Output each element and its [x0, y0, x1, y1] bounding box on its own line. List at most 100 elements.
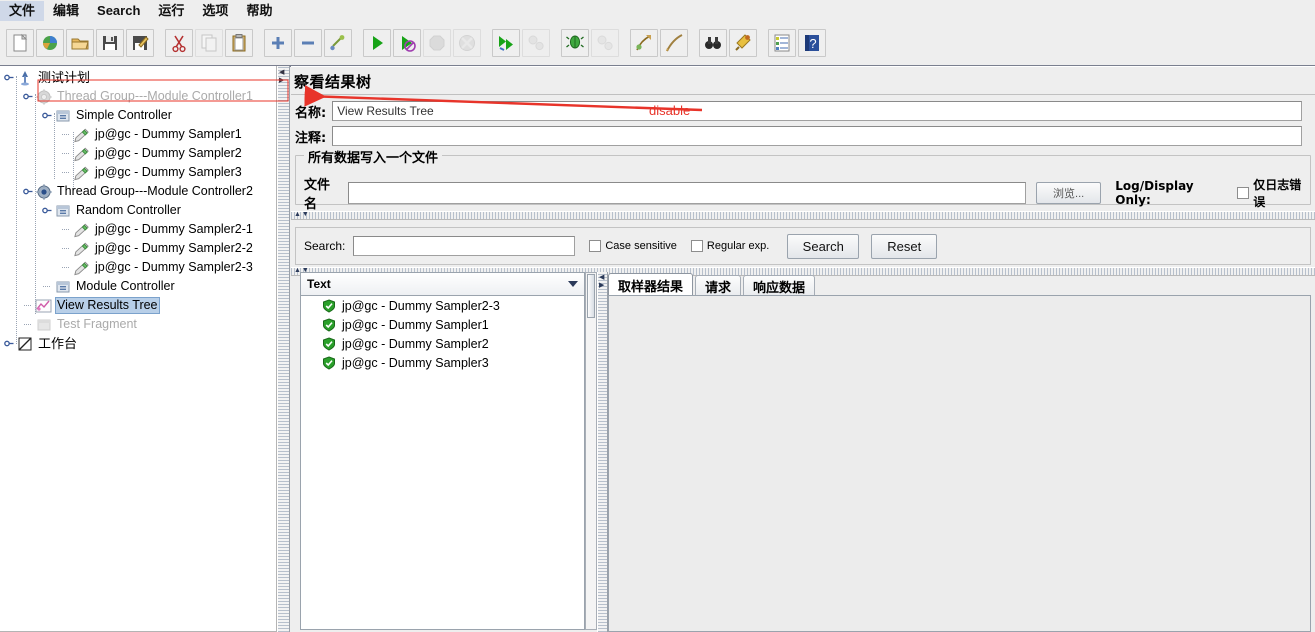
- expander-icon[interactable]: [23, 186, 34, 197]
- copy-icon-button[interactable]: [195, 29, 223, 57]
- log-display-only-label: Log/Display Only:: [1115, 179, 1194, 207]
- search-button[interactable]: Search: [787, 233, 860, 259]
- expander-icon[interactable]: [23, 91, 34, 102]
- tree-node-random-controller[interactable]: Random Controller: [0, 201, 276, 220]
- tab-sampler-result[interactable]: 取样器结果: [608, 273, 694, 296]
- scrollbar-thumb[interactable]: [587, 274, 595, 318]
- tab-content-panel[interactable]: [608, 295, 1311, 632]
- paste-icon-button[interactable]: [225, 29, 253, 57]
- function-helper-icon-button[interactable]: [729, 29, 757, 57]
- search-tree-icon-button[interactable]: [630, 29, 658, 57]
- tree-node-label: Test Fragment: [57, 317, 137, 331]
- filename-input[interactable]: [348, 182, 1026, 204]
- cut-icon-button[interactable]: [165, 29, 193, 57]
- tree-node-dummy-sampler2-3[interactable]: jp@gc - Dummy Sampler2-3: [0, 258, 276, 277]
- help-icon-button[interactable]: ?: [798, 29, 826, 57]
- renderer-combo[interactable]: Text: [300, 272, 585, 296]
- reset-button[interactable]: Reset: [871, 233, 938, 259]
- reset-search-icon-button[interactable]: [660, 29, 688, 57]
- tree-node-module-controller[interactable]: Module Controller: [0, 277, 276, 296]
- name-input[interactable]: View Results Tree: [332, 101, 1303, 121]
- chevron-down-icon[interactable]: [564, 274, 582, 294]
- menu-help[interactable]: 帮助: [237, 1, 281, 21]
- test-plan-tree[interactable]: 测试计划 Thread Group---Module Controller1 S…: [0, 66, 277, 632]
- menu-file[interactable]: 文件: [0, 0, 45, 21]
- workbench-icon: [16, 335, 33, 352]
- controller-icon: [54, 202, 71, 219]
- tab-request[interactable]: 请求: [695, 275, 742, 296]
- tree-node-dummy-sampler1[interactable]: jp@gc - Dummy Sampler1: [0, 125, 276, 144]
- list-item[interactable]: jp@gc - Dummy Sampler2-3: [301, 296, 584, 315]
- regular-exp-checkbox[interactable]: [690, 240, 703, 252]
- collapse-arrows-icon[interactable]: ▲▼: [294, 211, 310, 218]
- menu-options[interactable]: 选项: [193, 1, 237, 21]
- tree-node-dummy-sampler2[interactable]: jp@gc - Dummy Sampler2: [0, 144, 276, 163]
- tab-content-text[interactable]: [612, 299, 1307, 628]
- comment-input[interactable]: [332, 126, 1303, 146]
- tree-node-label: Random Controller: [76, 203, 181, 217]
- tree-panel-splitter[interactable]: ◀ ▶: [277, 66, 290, 632]
- expander-icon[interactable]: [42, 110, 53, 121]
- open-folder-icon-button[interactable]: [66, 29, 94, 57]
- list-item[interactable]: jp@gc - Dummy Sampler1: [301, 315, 584, 334]
- clear-all-icon-button[interactable]: [591, 29, 619, 57]
- remote-start-all-icon-button[interactable]: [492, 29, 520, 57]
- tree-node-dummy-sampler2-2[interactable]: jp@gc - Dummy Sampler2-2: [0, 239, 276, 258]
- log-viewer-icon-button[interactable]: [768, 29, 796, 57]
- tree-node-test-fragment[interactable]: Test Fragment: [0, 315, 276, 334]
- case-sensitive-group[interactable]: Case sensitive: [589, 240, 677, 252]
- tree-node-dummy-sampler3[interactable]: jp@gc - Dummy Sampler3: [0, 163, 276, 182]
- save-as-icon-button[interactable]: [126, 29, 154, 57]
- tree-node-simple-controller[interactable]: Simple Controller: [0, 106, 276, 125]
- tab-response-data[interactable]: 响应数据: [743, 275, 816, 296]
- tree-node-label: jp@gc - Dummy Sampler2: [95, 146, 242, 160]
- leaf-connector-icon: [23, 300, 34, 311]
- splitter-arrows-icon[interactable]: ◀ ▶: [599, 273, 604, 289]
- sampler-icon: [73, 145, 90, 162]
- stop-icon-button[interactable]: [423, 29, 451, 57]
- leaf-connector-icon: [61, 224, 72, 235]
- tree-node-thread-group-1[interactable]: Thread Group---Module Controller1: [0, 87, 276, 106]
- case-sensitive-checkbox[interactable]: [589, 240, 602, 252]
- result-detail-tabs: 取样器结果 请求 响应数据: [608, 272, 1311, 632]
- thread-group-icon: [35, 88, 52, 105]
- expander-icon[interactable]: [4, 72, 15, 83]
- list-item[interactable]: jp@gc - Dummy Sampler3: [301, 353, 584, 372]
- leaf-connector-icon: [42, 281, 53, 292]
- expander-icon[interactable]: [4, 338, 15, 349]
- templates-icon-button[interactable]: [36, 29, 64, 57]
- toolbar-separator: [156, 29, 165, 57]
- leaf-connector-icon: [23, 319, 34, 330]
- shutdown-icon-button[interactable]: [453, 29, 481, 57]
- save-icon-button[interactable]: [96, 29, 124, 57]
- list-item[interactable]: jp@gc - Dummy Sampler2: [301, 334, 584, 353]
- browse-button[interactable]: 浏览...: [1035, 182, 1102, 204]
- tree-node-dummy-sampler2-1[interactable]: jp@gc - Dummy Sampler2-1: [0, 220, 276, 239]
- results-list-scrollbar[interactable]: [585, 272, 597, 630]
- tree-node-test-plan[interactable]: 测试计划: [0, 68, 276, 87]
- tree-node-view-results-tree[interactable]: View Results Tree: [0, 296, 276, 315]
- expand-all-icon-button[interactable]: [264, 29, 292, 57]
- tree-node-thread-group-2[interactable]: Thread Group---Module Controller2: [0, 182, 276, 201]
- regular-exp-group[interactable]: Regular exp.: [690, 240, 769, 252]
- start-icon-button[interactable]: [363, 29, 391, 57]
- clear-icon-button[interactable]: [561, 29, 589, 57]
- new-file-icon-button[interactable]: [6, 29, 34, 57]
- results-splitter[interactable]: ◀ ▶: [597, 272, 608, 632]
- menu-search[interactable]: Search: [88, 1, 149, 21]
- collapse-all-icon-button[interactable]: [294, 29, 322, 57]
- toggle-icon-button[interactable]: [324, 29, 352, 57]
- menu-run[interactable]: 运行: [149, 1, 193, 21]
- start-no-pauses-icon-button[interactable]: [393, 29, 421, 57]
- errors-only-checkbox[interactable]: [1237, 187, 1250, 199]
- file-section-collapse-bar[interactable]: ▲▼: [291, 211, 1315, 220]
- results-list[interactable]: jp@gc - Dummy Sampler2-3 jp@gc - Dummy S…: [300, 296, 585, 630]
- search-input[interactable]: [353, 236, 576, 256]
- menu-edit[interactable]: 编辑: [44, 1, 88, 21]
- expander-icon[interactable]: [42, 205, 53, 216]
- binoculars-icon-button[interactable]: [699, 29, 727, 57]
- remote-stop-all-icon-button[interactable]: [522, 29, 550, 57]
- splitter-arrows-icon[interactable]: ◀ ▶: [279, 68, 284, 84]
- tree-node-label: jp@gc - Dummy Sampler2-2: [95, 241, 253, 255]
- tree-node-workbench[interactable]: 工作台: [0, 334, 276, 353]
